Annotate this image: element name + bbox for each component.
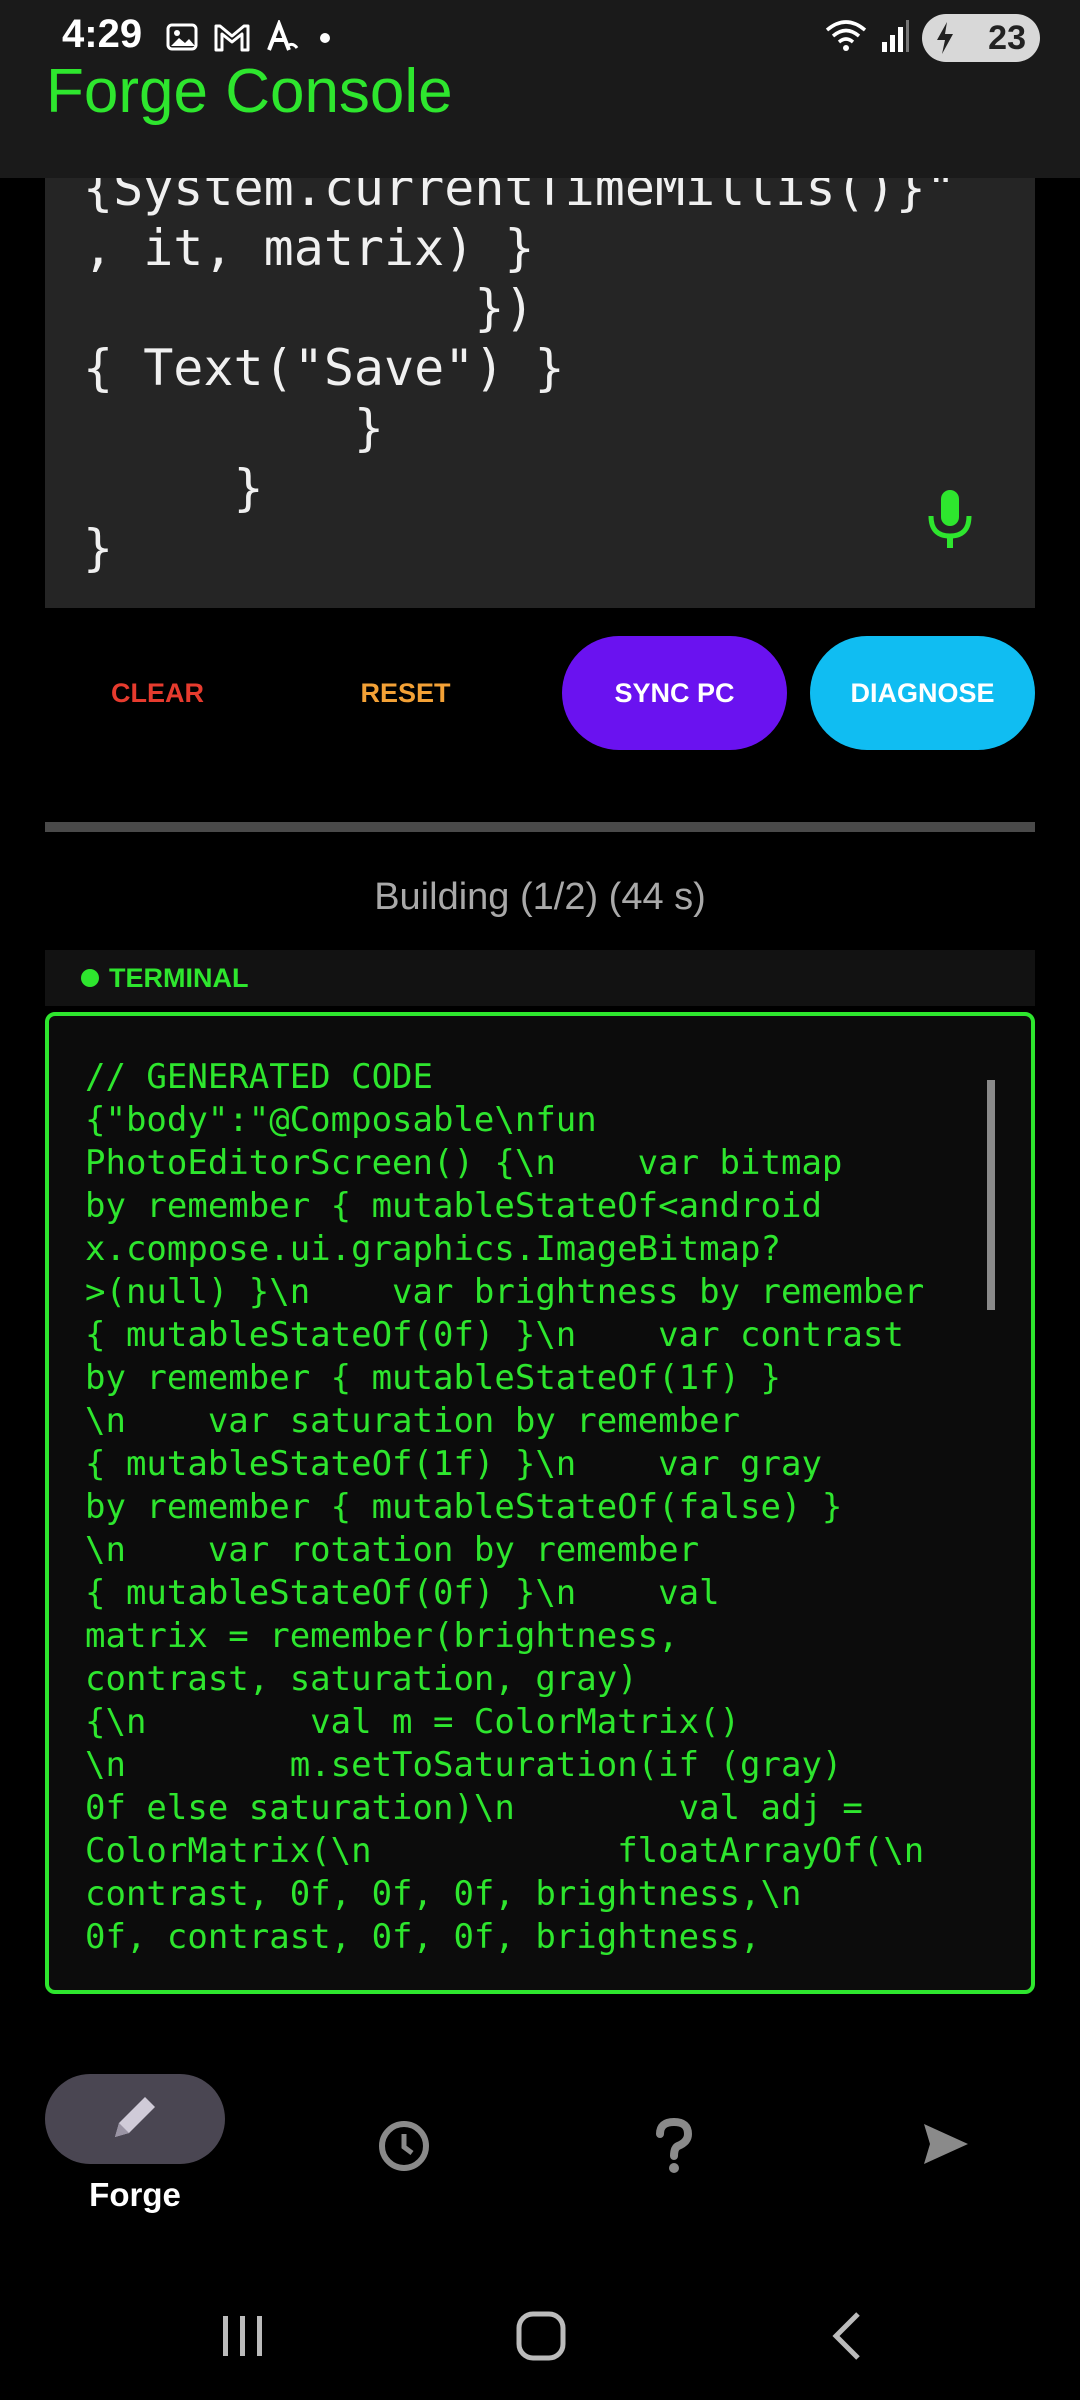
gallery-icon [165, 20, 199, 59]
terminal-line: matrix = remember(brightness, [85, 1616, 679, 1656]
terminal-line: { mutableStateOf(1f) }\n var gray [85, 1444, 822, 1484]
send-icon[interactable] [920, 2120, 972, 2173]
terminal-line: 0f else saturation)\n val adj = [85, 1788, 863, 1828]
terminal-line: { mutableStateOf(0f) }\n val [85, 1573, 720, 1613]
terminal-line: \n var rotation by remember [85, 1530, 700, 1570]
terminal-line: PhotoEditorScreen() {\n var bitmap [85, 1143, 843, 1183]
editor-line: } [83, 459, 264, 517]
terminal-line: { mutableStateOf(0f) }\n var contrast [85, 1315, 904, 1355]
editor-line: , it, matrix) } [83, 219, 535, 277]
app-bar: Forge Console [0, 57, 1080, 178]
bottom-navigation: Forge [0, 2040, 1080, 2240]
editor-text[interactable]: {System.currentTimeMillis()}", it, matri… [83, 178, 956, 578]
battery-level: 23 [988, 18, 1026, 57]
terminal-line: ColorMatrix(\n floatArrayOf(\n [85, 1831, 925, 1871]
terminal-line: by remember { mutableStateOf(false) } [85, 1487, 843, 1527]
home-icon[interactable] [515, 2310, 567, 2367]
microphone-icon[interactable] [925, 488, 975, 557]
dot-icon [315, 20, 335, 59]
terminal-line: >(null) }\n var brightness by remember [85, 1272, 925, 1312]
recents-icon[interactable] [218, 2310, 268, 2367]
back-icon[interactable] [826, 2310, 866, 2367]
editor-line: }) [83, 279, 535, 337]
terminal-line: {"body":"@Composable\nfun [85, 1100, 597, 1140]
terminal-line: by remember { mutableStateOf(1f) } [85, 1358, 781, 1398]
gmail-icon [213, 20, 251, 59]
terminal-scrollbar[interactable] [987, 1080, 995, 1310]
build-progress-bar [45, 822, 1035, 832]
system-navigation [0, 2270, 1080, 2400]
editor-line: } [83, 399, 385, 457]
notification-icons [165, 18, 335, 59]
terminal-status-dot-icon [81, 969, 99, 987]
nav-label-forge: Forge [89, 2176, 181, 2213]
pencil-icon [105, 2087, 165, 2152]
terminal-title: TERMINAL [109, 962, 249, 993]
terminal-header: TERMINAL [45, 950, 1035, 1006]
signal-icon [880, 18, 910, 59]
terminal-line: {\n val m = ColorMatrix() [85, 1702, 741, 1742]
system-icons: 23 [824, 14, 1040, 62]
terminal-output[interactable]: // GENERATED CODE {"body":"@Composable\nf… [45, 1012, 1035, 1994]
code-editor[interactable]: {System.currentTimeMillis()}", it, matri… [45, 178, 1035, 608]
charging-bolt-icon [934, 20, 956, 61]
battery-icon: 23 [922, 14, 1040, 62]
terminal-line: 0f, contrast, 0f, 0f, brightness, [85, 1917, 761, 1957]
terminal-line: \n m.setToSaturation(if (gray) [85, 1745, 843, 1785]
help-icon[interactable] [650, 2117, 698, 2179]
nav-item-forge[interactable] [45, 2074, 225, 2164]
terminal-line: x.compose.ui.graphics.ImageBitmap? [85, 1229, 781, 1269]
font-icon [265, 18, 301, 59]
editor-line: {System.currentTimeMillis()}" [83, 178, 956, 217]
sync-pc-button[interactable]: SYNC PC [562, 636, 787, 750]
diagnose-button[interactable]: DIAGNOSE [810, 636, 1035, 750]
status-time: 4:29 [62, 12, 143, 56]
terminal-line: \n var saturation by remember [85, 1401, 741, 1441]
app-title: Forge Console [46, 57, 453, 126]
terminal-line: contrast, 0f, 0f, 0f, brightness,\n [85, 1874, 802, 1914]
terminal-text: // GENERATED CODE {"body":"@Composable\nf… [85, 1056, 924, 1959]
action-buttons: CLEAR RESET SYNC PC DIAGNOSE [45, 636, 1035, 750]
editor-line: { Text("Save") } [83, 339, 565, 397]
history-icon[interactable] [376, 2118, 432, 2179]
terminal-line: by remember { mutableStateOf<android [85, 1186, 822, 1226]
clear-button[interactable]: CLEAR [45, 636, 270, 750]
terminal-line: contrast, saturation, gray) [85, 1659, 638, 1699]
terminal-line: // GENERATED CODE [85, 1057, 433, 1097]
editor-line: } [83, 519, 114, 577]
reset-button[interactable]: RESET [293, 636, 518, 750]
build-status: Building (1/2) (44 s) [374, 876, 706, 918]
wifi-icon [824, 18, 868, 59]
